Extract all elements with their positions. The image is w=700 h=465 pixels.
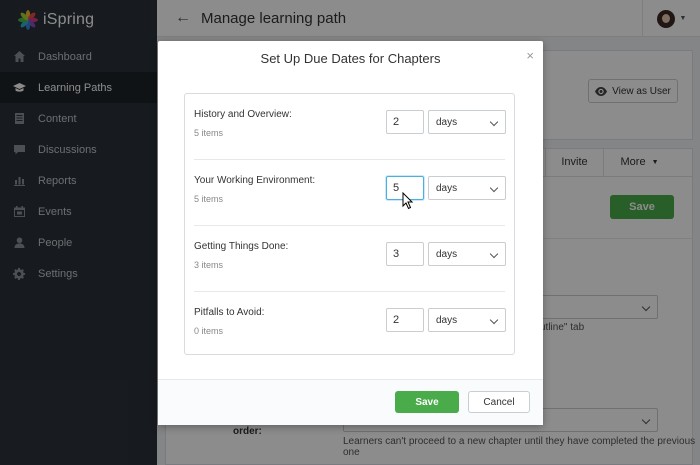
due-days-input[interactable]: 3 [386,242,424,266]
due-unit-select[interactable]: days [428,308,506,332]
chapter-row: History and Overview: 5 items 2 days [194,94,506,160]
chapter-name: Pitfalls to Avoid: [194,307,265,318]
due-unit-value: days [436,248,458,260]
due-days-value: 5 [393,182,400,194]
mouse-cursor-icon [402,192,414,210]
chevron-down-icon [489,183,499,193]
close-icon[interactable]: × [526,48,534,63]
chevron-down-icon [489,249,499,259]
chapter-item-count: 3 items [194,260,224,270]
chapters-list: History and Overview: 5 items 2 days Your Wo… [184,93,515,355]
save-button[interactable]: Save [395,391,459,413]
chapter-item-count: 0 items [194,326,224,336]
chapter-name: Getting Things Done: [194,241,289,252]
due-unit-select[interactable]: days [428,176,506,200]
due-days-input[interactable]: 2 [386,110,424,134]
due-days-value: 2 [393,116,400,128]
due-unit-value: days [436,182,458,194]
due-days-input[interactable]: 2 [386,308,424,332]
due-unit-value: days [436,116,458,128]
due-days-value: 2 [393,314,400,326]
chapter-item-count: 5 items [194,128,224,138]
chapter-row: Getting Things Done: 3 items 3 days [194,226,506,292]
due-unit-value: days [436,314,458,326]
chapter-row: Pitfalls to Avoid: 0 items 2 days [194,292,506,358]
due-days-value: 3 [393,248,400,260]
due-dates-modal: Set Up Due Dates for Chapters × History … [158,41,543,425]
modal-header: Set Up Due Dates for Chapters × [158,41,543,75]
chapter-name: Your Working Environment: [194,175,316,186]
chapter-item-count: 5 items [194,194,224,204]
cancel-button[interactable]: Cancel [468,391,530,413]
chevron-down-icon [489,117,499,127]
due-unit-select[interactable]: days [428,110,506,134]
chevron-down-icon [489,315,499,325]
due-unit-select[interactable]: days [428,242,506,266]
modal-title: Set Up Due Dates for Chapters [260,50,441,66]
chapter-row: Your Working Environment: 5 items 5 days [194,160,506,226]
chapter-name: History and Overview: [194,109,292,120]
